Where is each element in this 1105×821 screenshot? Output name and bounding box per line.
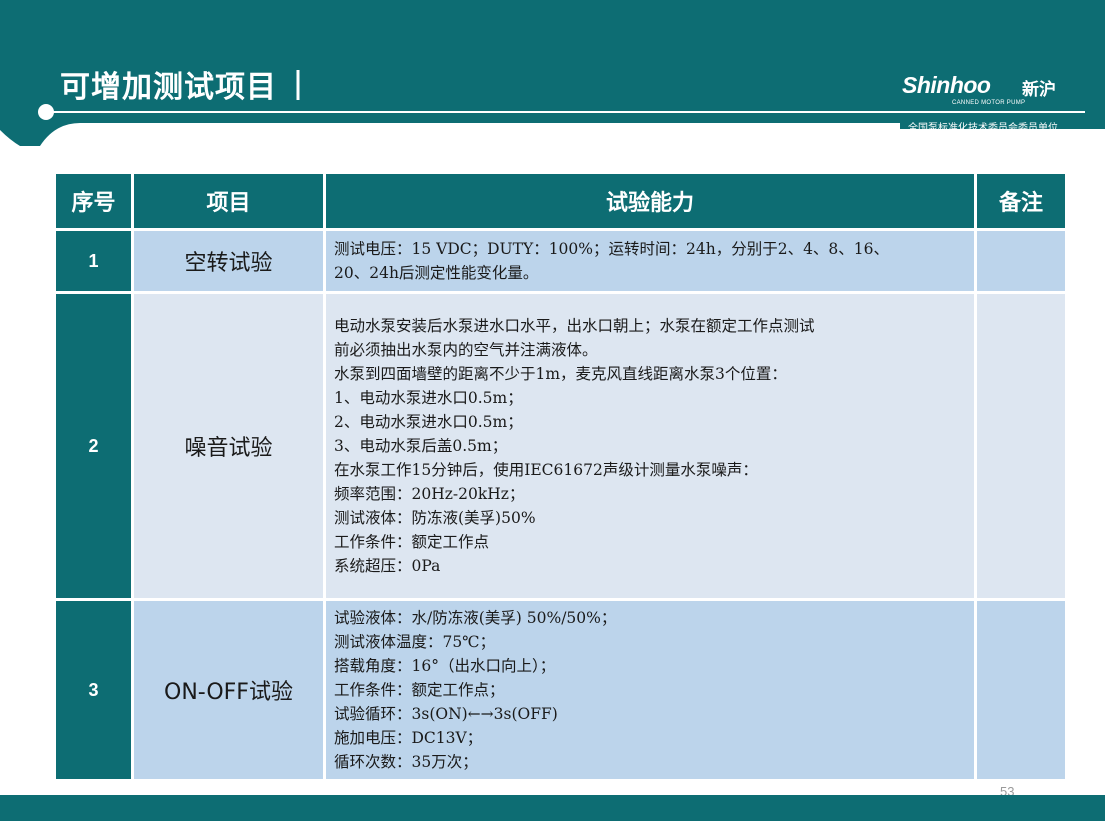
capability-line: 2、电动水泵进水口0.5m； (334, 413, 523, 431)
capability-line: 电动水泵安装后水泵进水口水平，出水口朝上；水泵在额定工作点测试 (334, 317, 815, 335)
row-index: 2 (56, 294, 131, 598)
row-item: ON-OFF试验 (134, 601, 323, 779)
logo-subtitle: CANNED MOTOR PUMP (952, 100, 1026, 106)
row-note (977, 601, 1065, 779)
capability-line: 施加电压：DC13V； (334, 729, 483, 747)
table-row: 2 噪音试验 电动水泵安装后水泵进水口水平，出水口朝上；水泵在额定工作点测试 前… (56, 294, 1065, 598)
logo-brand-text: Shinhoo (902, 72, 991, 98)
header-item: 项目 (134, 174, 323, 228)
row-index: 3 (56, 601, 131, 779)
capability-line: 测试液体温度：75℃； (334, 633, 496, 651)
capability-line: 频率范围：20Hz-20kHz； (334, 485, 525, 503)
committee-note: 全国泵标准化技术委员会委员单位 (908, 123, 1058, 134)
capability-line: 工作条件：额定工作点； (334, 681, 505, 699)
capability-line: 水泵到四面墙壁的距离不少于1m，麦克风直线距离水泵3个位置： (334, 365, 787, 383)
capability-line: 前必须抽出水泵内的空气并注满液体。 (334, 341, 598, 359)
row-capability: 测试电压：15 VDC；DUTY：100%；运转时间：24h，分别于2、4、8、… (326, 231, 974, 291)
capability-line: 测试液体：防冻液(美孚)50% (334, 509, 536, 527)
header-capability: 试验能力 (326, 174, 974, 228)
row-item: 空转试验 (134, 231, 323, 291)
page-title: 可增加测试项目 (60, 70, 277, 105)
table-header-row: 序号 项目 试验能力 备注 (56, 174, 1065, 228)
test-items-table: 序号 项目 试验能力 备注 1 空转试验 测试电压：15 VDC；DUTY：10… (53, 171, 1068, 782)
header-dot-icon (38, 104, 54, 120)
logo-cn-text: 新沪 (1022, 80, 1056, 100)
company-logo: Shinhoo 新沪 CANNED MOTOR PUMP (902, 72, 1072, 112)
header-index: 序号 (56, 174, 131, 228)
table-row: 3 ON-OFF试验 试验液体：水/防冻液(美孚) 50%/50%； 测试液体温… (56, 601, 1065, 779)
capability-line: 1、电动水泵进水口0.5m； (334, 389, 523, 407)
row-item: 噪音试验 (134, 294, 323, 598)
capability-line: 20、24h后测定性能变化量。 (334, 264, 539, 282)
row-note (977, 294, 1065, 598)
capability-line: 工作条件：额定工作点 (334, 533, 490, 551)
row-capability: 电动水泵安装后水泵进水口水平，出水口朝上；水泵在额定工作点测试 前必须抽出水泵内… (326, 294, 974, 598)
footer-bar (0, 795, 1105, 821)
slide-header: 可增加测试项目 Shinhoo 新沪 CANNED MOTOR PUMP 全国泵… (0, 0, 1105, 146)
capability-line: 循环次数：35万次； (334, 753, 478, 771)
row-index: 1 (56, 231, 131, 291)
capability-line: 系统超压：0Pa (334, 557, 441, 575)
capability-line: 试验循环：3s(ON)←→3s(OFF) (334, 705, 558, 723)
capability-line: 3、电动水泵后盖0.5m； (334, 437, 508, 455)
capability-line: 在水泵工作15分钟后，使用IEC61672声级计测量水泵噪声： (334, 461, 758, 479)
header-note: 备注 (977, 174, 1065, 228)
capability-line: 搭载角度：16°（出水口向上）； (334, 657, 556, 675)
row-capability: 试验液体：水/防冻液(美孚) 50%/50%； 测试液体温度：75℃； 搭载角度… (326, 601, 974, 779)
capability-line: 测试电压：15 VDC；DUTY：100%；运转时间：24h，分别于2、4、8、… (334, 240, 890, 258)
table-row: 1 空转试验 测试电压：15 VDC；DUTY：100%；运转时间：24h，分别… (56, 231, 1065, 291)
capability-line: 试验液体：水/防冻液(美孚) 50%/50%； (334, 609, 617, 627)
row-note (977, 231, 1065, 291)
